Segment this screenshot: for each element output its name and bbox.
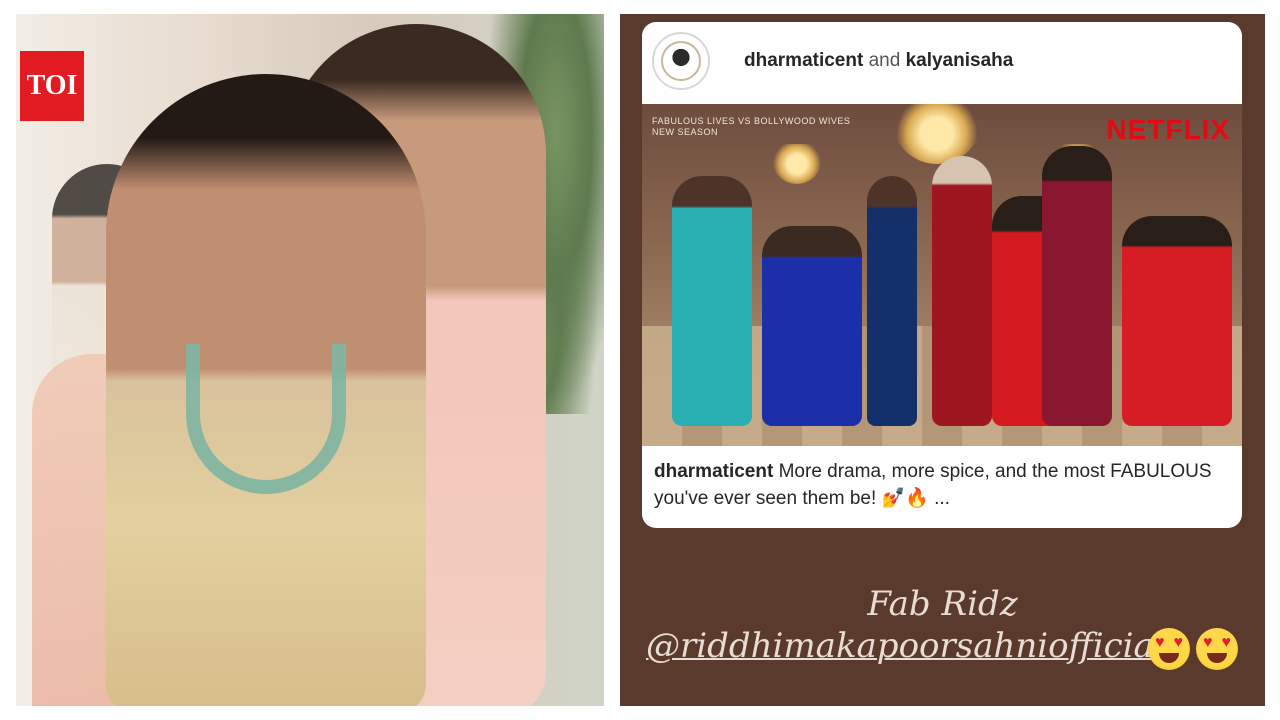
author-connector: and bbox=[868, 50, 901, 71]
netflix-logo: NETFLIX bbox=[1106, 114, 1230, 145]
caption-username[interactable]: dharmaticent bbox=[654, 461, 773, 482]
story-text-line: Fab Ridz bbox=[867, 584, 1018, 624]
post-caption: dharmaticent More drama, more spice, and… bbox=[654, 458, 1230, 512]
instagram-story: dharmaticent and kalyanisaha FABULOUS LI… bbox=[620, 14, 1265, 706]
cast-figure bbox=[672, 176, 752, 426]
toi-logo: TOI bbox=[20, 51, 84, 121]
author-username-2[interactable]: kalyanisaha bbox=[906, 50, 1014, 71]
cast-figure bbox=[762, 226, 862, 426]
author-username-1[interactable]: dharmaticent bbox=[744, 50, 863, 71]
cast-figure bbox=[1122, 216, 1232, 426]
post-image[interactable]: FABULOUS LIVES VS BOLLYWOOD WIVES NEW SE… bbox=[642, 104, 1242, 446]
avatar-logo-icon bbox=[661, 41, 701, 81]
cast-figure bbox=[867, 176, 917, 426]
cast-figure bbox=[1042, 146, 1112, 426]
mention-sticker[interactable]: @riddhimakapoorsahniofficial bbox=[646, 626, 1165, 666]
show-season-badge: NEW SEASON bbox=[652, 127, 719, 137]
post-header: dharmaticent and kalyanisaha bbox=[642, 22, 1242, 100]
chandelier-graphic bbox=[892, 104, 982, 164]
account-avatar[interactable] bbox=[652, 32, 710, 90]
post-authors: dharmaticent and kalyanisaha bbox=[744, 50, 1013, 72]
shared-post-card[interactable]: dharmaticent and kalyanisaha FABULOUS LI… bbox=[642, 22, 1242, 528]
emoji-group bbox=[1148, 628, 1238, 670]
left-photo bbox=[16, 14, 604, 706]
show-title-text: FABULOUS LIVES VS BOLLYWOOD WIVES bbox=[652, 116, 851, 126]
toi-logo-text: TOI bbox=[26, 70, 78, 101]
cast-figure bbox=[932, 156, 992, 426]
heart-eyes-emoji-icon bbox=[1148, 628, 1190, 670]
heart-eyes-emoji-icon bbox=[1196, 628, 1238, 670]
chandelier-graphic bbox=[772, 144, 822, 184]
show-title: FABULOUS LIVES VS BOLLYWOOD WIVES NEW SE… bbox=[652, 116, 852, 138]
